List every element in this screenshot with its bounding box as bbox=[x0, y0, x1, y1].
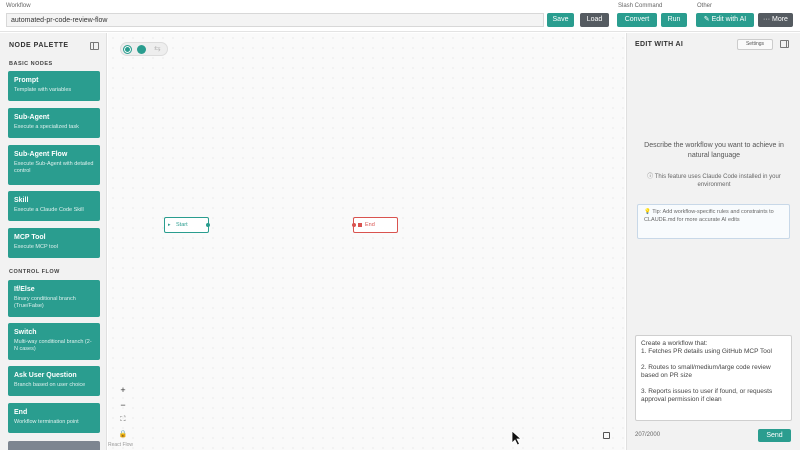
ai-tip-box: 💡 Tip: Add workflow-specific rules and c… bbox=[637, 204, 790, 239]
palette-node-mcp-tool[interactable]: MCP Tool Execute MCP tool bbox=[8, 228, 100, 258]
node-title: Sub-Agent Flow bbox=[14, 151, 68, 158]
zoom-out-icon[interactable]: − bbox=[118, 400, 128, 410]
basic-nodes-section: BASIC NODES bbox=[9, 61, 53, 67]
mode-toggle[interactable]: ⇆ bbox=[120, 42, 168, 56]
palette-node-if-else[interactable]: If/Else Binary conditional branch (True/… bbox=[8, 280, 100, 317]
mode-toggle-dot-icon[interactable] bbox=[137, 45, 146, 54]
node-desc: Multi-way conditional branch (2-N cases) bbox=[14, 339, 92, 352]
node-title: End bbox=[14, 409, 28, 416]
node-desc: Execute Sub-Agent with detailed control bbox=[14, 161, 94, 174]
node-desc: Execute MCP tool bbox=[14, 244, 58, 250]
save-button[interactable]: Save bbox=[547, 13, 574, 27]
node-desc: Template with variables bbox=[14, 87, 72, 93]
workflow-name-input[interactable]: automated-pr-code-review-flow bbox=[6, 13, 544, 27]
node-title: Skill bbox=[14, 197, 29, 204]
workflow-canvas[interactable]: ⇆ ▸ Start End + − ⛶ 🔒 React Flow bbox=[108, 33, 625, 450]
mode-toggle-extra-icon[interactable]: ⇆ bbox=[154, 44, 161, 53]
node-desc: Execute a Claude Code Skill bbox=[14, 207, 84, 213]
palette-node-ask-user-question[interactable]: Ask User Question Branch based on user c… bbox=[8, 366, 100, 396]
node-title: Sub-Agent bbox=[14, 114, 50, 121]
node-title: Prompt bbox=[14, 77, 39, 84]
settings-button[interactable]: Settings bbox=[737, 39, 773, 50]
palette-node-switch[interactable]: Switch Multi-way conditional branch (2-N… bbox=[8, 323, 100, 360]
ai-prompt-textarea[interactable]: Create a workflow that: 1. Fetches PR de… bbox=[635, 335, 792, 421]
stop-icon bbox=[358, 223, 362, 227]
palette-node-skill[interactable]: Skill Execute a Claude Code Skill bbox=[8, 191, 100, 221]
info-icon: ⓘ bbox=[647, 174, 655, 180]
node-desc: Execute a specialized task bbox=[14, 124, 79, 130]
ai-note: ⓘ This feature uses Claude Code installe… bbox=[637, 173, 791, 189]
fit-view-icon[interactable]: ⛶ bbox=[118, 415, 128, 425]
end-input-handle[interactable] bbox=[352, 223, 356, 227]
end-node[interactable]: End bbox=[352, 217, 398, 233]
ai-sparkle-icon: ✎ bbox=[703, 16, 712, 23]
palette-node-more[interactable] bbox=[8, 441, 100, 450]
char-count: 207/2000 bbox=[635, 432, 661, 438]
lock-icon[interactable]: 🔒 bbox=[118, 430, 128, 440]
send-button[interactable]: Send bbox=[758, 429, 791, 442]
slash-command-label: Slash Command bbox=[618, 3, 663, 9]
collapse-panel-icon[interactable] bbox=[90, 42, 99, 50]
palette-node-sub-agent[interactable]: Sub-Agent Execute a specialized task bbox=[8, 108, 100, 138]
control-flow-section: CONTROL FLOW bbox=[9, 269, 60, 275]
node-desc: Branch based on user choice bbox=[14, 382, 86, 388]
ai-note-text: This feature uses Claude Code installed … bbox=[654, 174, 781, 188]
react-flow-attribution[interactable]: React Flow bbox=[108, 442, 133, 448]
ai-tip-text: Tip: Add workflow-specific rules and con… bbox=[644, 209, 774, 223]
run-button[interactable]: Run bbox=[661, 13, 687, 27]
node-title: If/Else bbox=[14, 286, 35, 293]
collapse-panel-icon[interactable] bbox=[780, 40, 789, 48]
zoom-in-icon[interactable]: + bbox=[118, 385, 128, 395]
more-label: More bbox=[772, 16, 788, 23]
play-icon: ▸ bbox=[168, 222, 171, 228]
node-title: Switch bbox=[14, 329, 37, 336]
more-dots-icon: ··· bbox=[763, 16, 772, 23]
edit-with-ai-label: Edit with AI bbox=[711, 16, 747, 23]
edit-with-ai-button[interactable]: ✎ Edit with AI bbox=[696, 13, 754, 27]
other-label: Other bbox=[697, 3, 713, 9]
ai-panel-title: EDIT WITH AI bbox=[635, 41, 684, 48]
node-title: MCP Tool bbox=[14, 234, 46, 241]
ai-description: Describe the workflow you want to achiev… bbox=[644, 142, 784, 159]
start-node[interactable]: ▸ Start bbox=[164, 217, 210, 233]
palette-node-end[interactable]: End Workflow termination point bbox=[8, 403, 100, 433]
edit-with-ai-panel: EDIT WITH AI Settings Describe the workf… bbox=[626, 33, 800, 450]
minimap-toggle-icon[interactable] bbox=[603, 432, 610, 439]
mode-toggle-active-icon[interactable] bbox=[123, 45, 132, 54]
convert-button[interactable]: Convert bbox=[617, 13, 657, 27]
node-desc: Binary conditional branch (True/False) bbox=[14, 296, 76, 309]
node-desc: Workflow termination point bbox=[14, 419, 79, 425]
top-toolbar: Workflow automated-pr-code-review-flow ⇄… bbox=[0, 0, 800, 32]
mouse-cursor-icon bbox=[511, 430, 523, 446]
load-button[interactable]: Load bbox=[580, 13, 609, 27]
start-node-label: Start bbox=[176, 222, 188, 228]
node-title: Ask User Question bbox=[14, 372, 77, 379]
more-button[interactable]: ··· More bbox=[758, 13, 793, 27]
start-output-handle[interactable] bbox=[206, 223, 210, 227]
node-palette: NODE PALETTE BASIC NODES Prompt Template… bbox=[0, 33, 107, 450]
workflow-label: Workflow bbox=[6, 3, 31, 9]
palette-node-prompt[interactable]: Prompt Template with variables bbox=[8, 71, 100, 101]
palette-title: NODE PALETTE bbox=[9, 42, 69, 49]
end-node-label: End bbox=[365, 222, 375, 228]
palette-node-sub-agent-flow[interactable]: Sub-Agent Flow Execute Sub-Agent with de… bbox=[8, 145, 100, 185]
